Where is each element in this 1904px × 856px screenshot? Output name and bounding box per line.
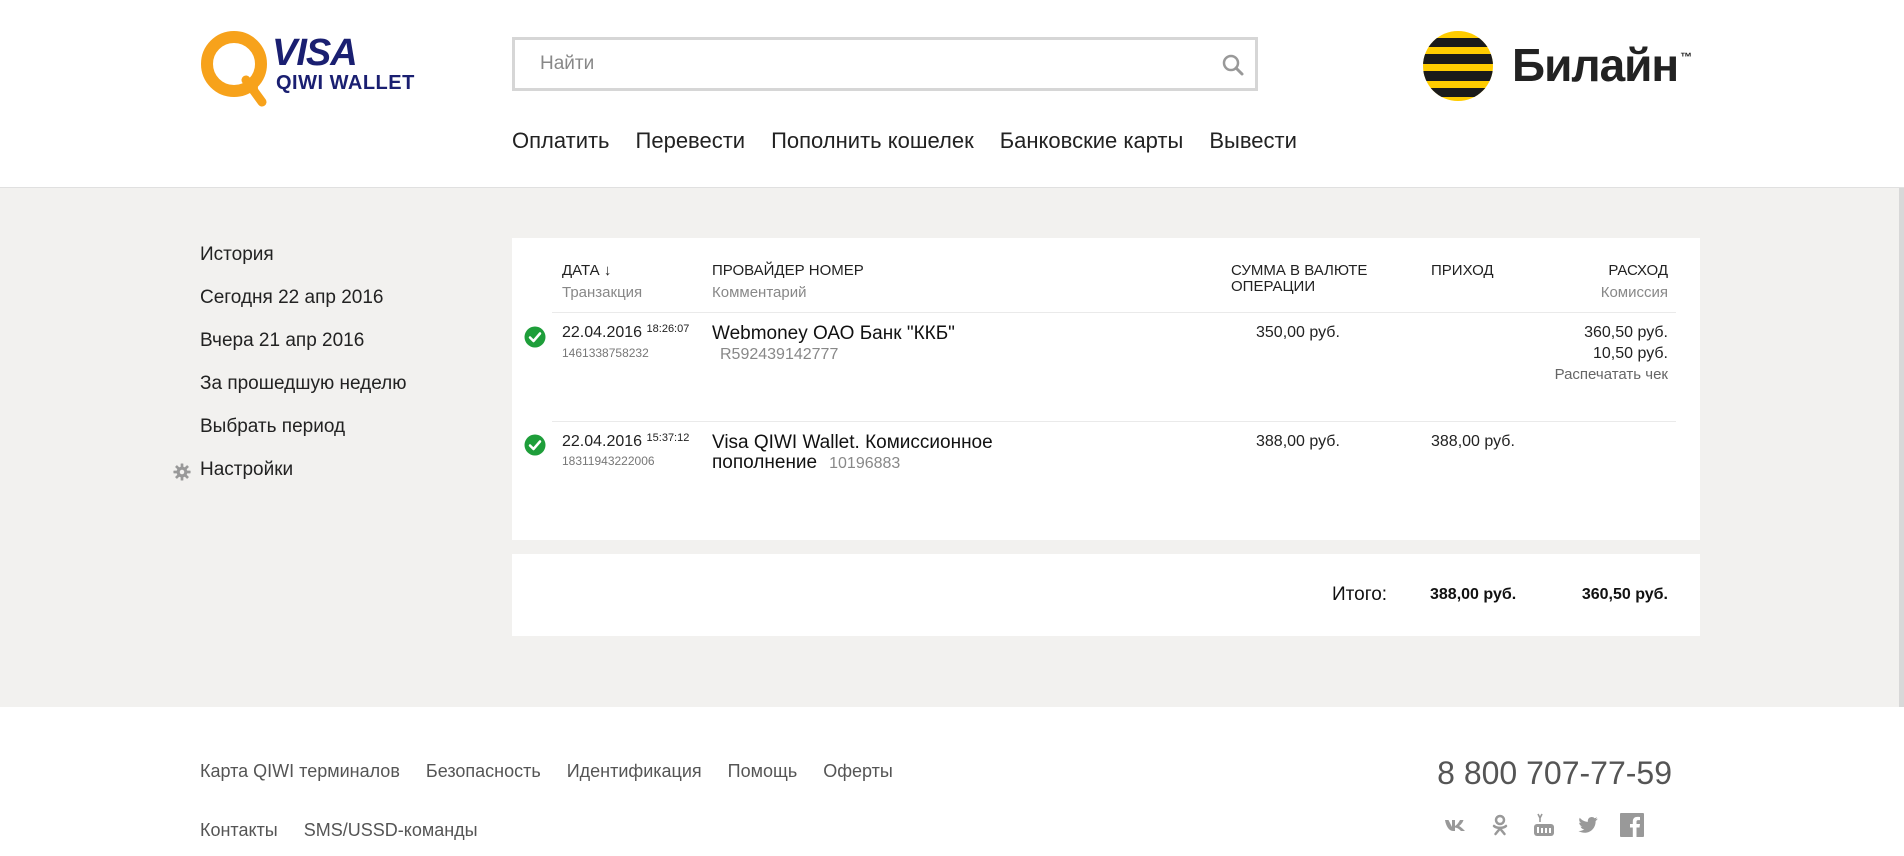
vk-icon[interactable] [1444,813,1468,837]
footer-links-row2: Контакты SMS/USSD-команды [200,820,478,841]
tx-id: 18311943222006 [562,454,655,468]
nav-withdraw[interactable]: Вывести [1209,128,1297,154]
header: VISA QIWI WALLET Билайн™ Оплатить Переве… [0,0,1904,188]
transactions-table: ДАТА ↓ Транзакция ПРОВАЙДЕР НОМЕР Коммен… [512,238,1700,540]
tx-comment: 10196883 [829,455,901,472]
sidebar-item-settings[interactable]: Настройки [173,459,407,502]
col-provider: ПРОВАЙДЕР НОМЕР [712,262,864,279]
tx-amount: 350,00 руб. [1256,324,1340,341]
search-icon[interactable] [1221,53,1245,77]
tx-provider-name: Visa QIWI Wallet. Комиссионное [712,432,993,453]
tx-time: 18:26:07 [646,323,690,335]
tx-income: 388,00 руб. [1431,433,1515,450]
total-income: 388,00 руб. [1430,586,1517,603]
sidebar-item-today[interactable]: Сегодня 22 апр 2016 [200,287,407,330]
success-check-icon [524,326,546,348]
tx-id: 1461338758232 [562,346,649,360]
footer-link-contacts[interactable]: Контакты [200,820,278,841]
beeline-name: Билайн [1512,39,1679,91]
col-expense-sub: Комиссия [1600,284,1668,301]
tx-provider: Webmoney ОАО Банк "ККБ" R592439142777 [712,324,955,364]
twitter-icon[interactable] [1576,813,1600,837]
col-date[interactable]: ДАТА ↓ [562,263,611,279]
tx-time: 15:37:12 [646,432,690,444]
logo-wallet-text: QIWI WALLET [276,72,415,94]
tx-provider: Visa QIWI Wallet. Комиссионное пополнени… [712,433,993,473]
nav-bank-cards[interactable]: Банковские карты [1000,128,1184,154]
tx-date-value: 22.04.2016 [562,324,643,341]
footer-link-security[interactable]: Безопасность [426,761,541,782]
footer-links-row1: Карта QIWI терминалов Безопасность Идент… [200,761,893,782]
row-separator [552,421,1676,422]
footer: Карта QIWI терминалов Безопасность Идент… [0,707,1904,856]
footer-link-identification[interactable]: Идентификация [567,761,702,782]
footer-link-terminal-map[interactable]: Карта QIWI терминалов [200,761,400,782]
beeline-tm: ™ [1680,50,1692,64]
footer-link-help[interactable]: Помощь [728,761,798,782]
row-separator [552,312,1676,313]
total-expense: 360,50 руб. [1581,586,1668,603]
footer-link-sms-ussd[interactable]: SMS/USSD-команды [304,820,478,841]
nav-pay[interactable]: Оплатить [512,128,610,154]
footer-link-offers[interactable]: Оферты [823,761,893,782]
page-scrollbar[interactable] [1899,188,1904,707]
beeline-logo-icon [1423,31,1493,101]
col-provider-sub: Комментарий [712,284,807,301]
support-phone[interactable]: 8 800 707-77-59 [1437,755,1672,792]
qiwi-wallet-logo[interactable]: VISA QIWI WALLET [198,28,414,108]
facebook-icon[interactable] [1620,813,1644,837]
print-receipt-link[interactable]: Распечатать чек [1555,366,1668,383]
sidebar-item-yesterday[interactable]: Вчера 21 апр 2016 [200,330,407,373]
sidebar-item-settings-label: Настройки [200,459,294,480]
youtube-icon[interactable] [1532,813,1556,837]
tx-provider-name-cont: пополнение [712,452,818,473]
tx-date: 22.04.2016 15:37:12 [562,432,690,451]
sidebar-item-history[interactable]: История [200,244,407,287]
tx-comment: R592439142777 [720,346,839,363]
gear-icon [173,463,191,481]
sidebar: История Сегодня 22 апр 2016 Вчера 21 апр… [173,244,407,502]
qiwi-logo-icon [201,31,267,107]
col-amount: СУММА В ВАЛЮТЕ ОПЕРАЦИИ [1231,262,1368,295]
col-income: ПРИХОД [1431,262,1494,279]
tx-expense: 360,50 руб. [1584,324,1668,341]
beeline-brand: Билайн ™ [1512,38,1692,92]
odnoklassniki-icon[interactable] [1488,813,1512,837]
tx-date: 22.04.2016 18:26:07 [562,323,690,342]
main-content: История Сегодня 22 апр 2016 Вчера 21 апр… [0,188,1904,707]
col-date-sub: Транзакция [562,284,643,301]
totals-bar: Итого: 388,00 руб. 360,50 руб. [512,554,1700,636]
search-box [512,37,1258,91]
col-expense: РАСХОД [1608,262,1668,279]
main-nav: Оплатить Перевести Пополнить кошелек Бан… [512,128,1297,154]
tx-commission: 10,50 руб. [1593,345,1668,362]
sidebar-item-choose-period[interactable]: Выбрать период [200,416,407,459]
search-input[interactable] [515,40,1195,88]
logo-visa-text: VISA [272,32,358,74]
nav-top-up[interactable]: Пополнить кошелек [771,128,974,154]
success-check-icon [524,434,546,456]
tx-amount: 388,00 руб. [1256,433,1340,450]
tx-provider-name: Webmoney ОАО Банк "ККБ" [712,323,955,344]
total-label: Итого: [1332,584,1388,605]
nav-transfer[interactable]: Перевести [636,128,746,154]
tx-date-value: 22.04.2016 [562,433,643,450]
social-links [1444,813,1644,837]
sidebar-item-last-week[interactable]: За прошедшую неделю [200,373,407,416]
